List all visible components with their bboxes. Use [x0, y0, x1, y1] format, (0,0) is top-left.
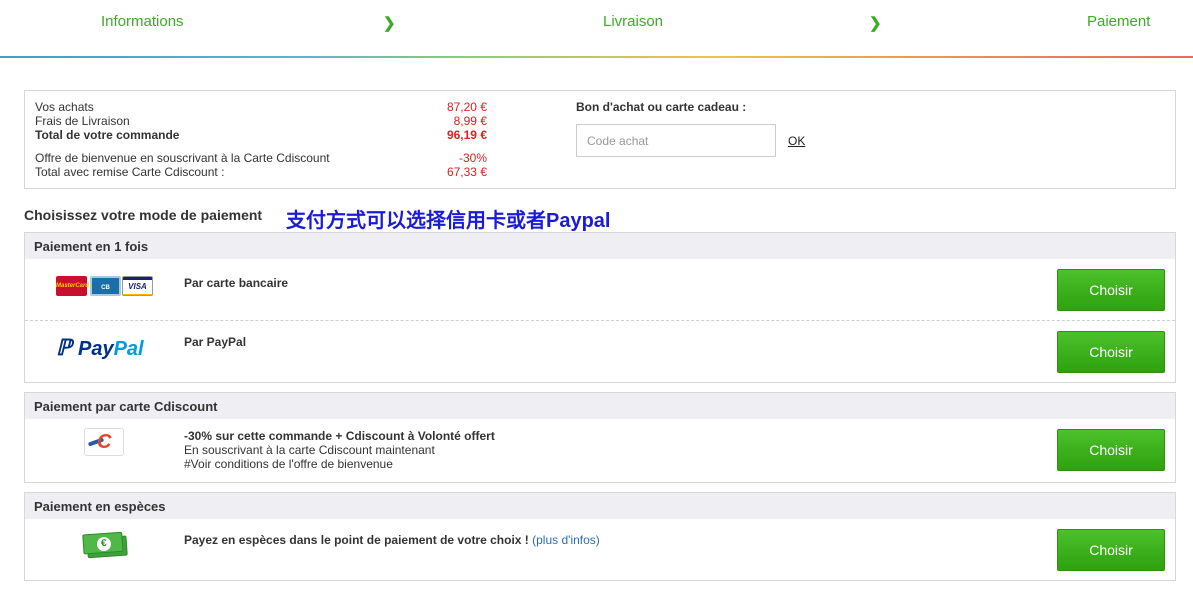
section-title: Paiement en 1 fois: [25, 233, 1175, 259]
voucher-code-input[interactable]: [576, 124, 776, 157]
summary-value: 87,20 €: [446, 100, 487, 114]
step-informations[interactable]: Informations: [101, 13, 184, 30]
section-cash-payment: Paiement en espèces € Payez en espèces d…: [24, 492, 1176, 581]
choose-paypal-button[interactable]: Choisir: [1057, 331, 1165, 373]
chevron-right-icon: ❯: [383, 15, 396, 32]
choose-cash-button[interactable]: Choisir: [1057, 529, 1165, 571]
payment-option-title: Payez en espèces dans le point de paieme…: [184, 533, 600, 547]
cb-card-icon: CB: [90, 276, 121, 296]
payment-option-title: Par carte bancaire: [184, 276, 289, 290]
section-title: Paiement en espèces: [25, 493, 1175, 519]
summary-label: Total de votre commande: [35, 128, 180, 142]
progress-divider: [0, 56, 1193, 58]
annotation-text: 支付方式可以选择信用卡或者Paypal: [286, 210, 611, 232]
payment-row-card: MasterCard CB VISA Par carte bancaire Ch…: [25, 259, 1175, 320]
mastercard-icon: MasterCard: [56, 276, 89, 296]
voucher-ok-link[interactable]: OK: [788, 134, 805, 148]
chevron-right-icon: ❯: [869, 15, 882, 32]
payment-option-title: Par PayPal: [184, 335, 247, 349]
payment-row-cash: € Payez en espèces dans le point de paie…: [25, 519, 1175, 581]
section-one-time-payment: Paiement en 1 fois MasterCard CB VISA Pa…: [24, 232, 1176, 383]
step-livraison[interactable]: Livraison: [603, 13, 663, 30]
step-paiement[interactable]: Paiement: [1087, 13, 1150, 30]
more-info-link[interactable]: (plus d'infos): [532, 533, 600, 547]
choose-cdiscount-button[interactable]: Choisir: [1057, 429, 1165, 471]
payment-method-heading: Choisissez votre mode de paiement: [24, 207, 263, 223]
payment-option-subtitle: En souscrivant à la carte Cdiscount main…: [184, 443, 435, 457]
paypal-logo-text-b: Pal: [113, 338, 144, 360]
paypal-logo: ℙ PayPal: [56, 335, 144, 361]
order-summary: Vos achats 87,20 € Frais de Livraison 8,…: [24, 90, 1176, 189]
summary-label: Frais de Livraison: [35, 114, 130, 128]
summary-label: Vos achats: [35, 100, 94, 114]
summary-label: Total avec remise Carte Cdiscount :: [35, 165, 225, 179]
cdiscount-card-icon: C: [84, 428, 124, 456]
section-title: Paiement par carte Cdiscount: [25, 393, 1175, 419]
visa-icon: VISA: [122, 276, 153, 296]
payment-option-title: -30% sur cette commande + Cdiscount à Vo…: [184, 429, 495, 443]
cash-icon: €: [82, 531, 128, 559]
payment-row-paypal: ℙ PayPal Par PayPal Choisir: [25, 320, 1175, 382]
paypal-icon: ℙ: [56, 335, 72, 360]
summary-value: 8,99 €: [453, 114, 487, 128]
section-cdiscount-card: Paiement par carte Cdiscount C -30% sur …: [24, 392, 1176, 483]
gift-card-title: Bon d'achat ou carte cadeau :: [576, 100, 747, 114]
summary-value: 96,19 €: [446, 128, 487, 142]
payment-row-cdiscount: C -30% sur cette commande + Cdiscount à …: [25, 419, 1175, 483]
paypal-logo-text-a: Pay: [78, 338, 114, 360]
checkout-steps: Informations ❯ Livraison ❯ Paiement: [0, 0, 1193, 58]
payment-option-conditions[interactable]: #Voir conditions de l'offre de bienvenue: [184, 457, 393, 471]
summary-label: Offre de bienvenue en souscrivant à la C…: [35, 151, 330, 165]
cash-option-text: Payez en espèces dans le point de paieme…: [184, 533, 529, 547]
summary-value: 67,33 €: [446, 165, 487, 179]
choose-card-button[interactable]: Choisir: [1057, 269, 1165, 311]
summary-value: -30%: [458, 151, 487, 165]
